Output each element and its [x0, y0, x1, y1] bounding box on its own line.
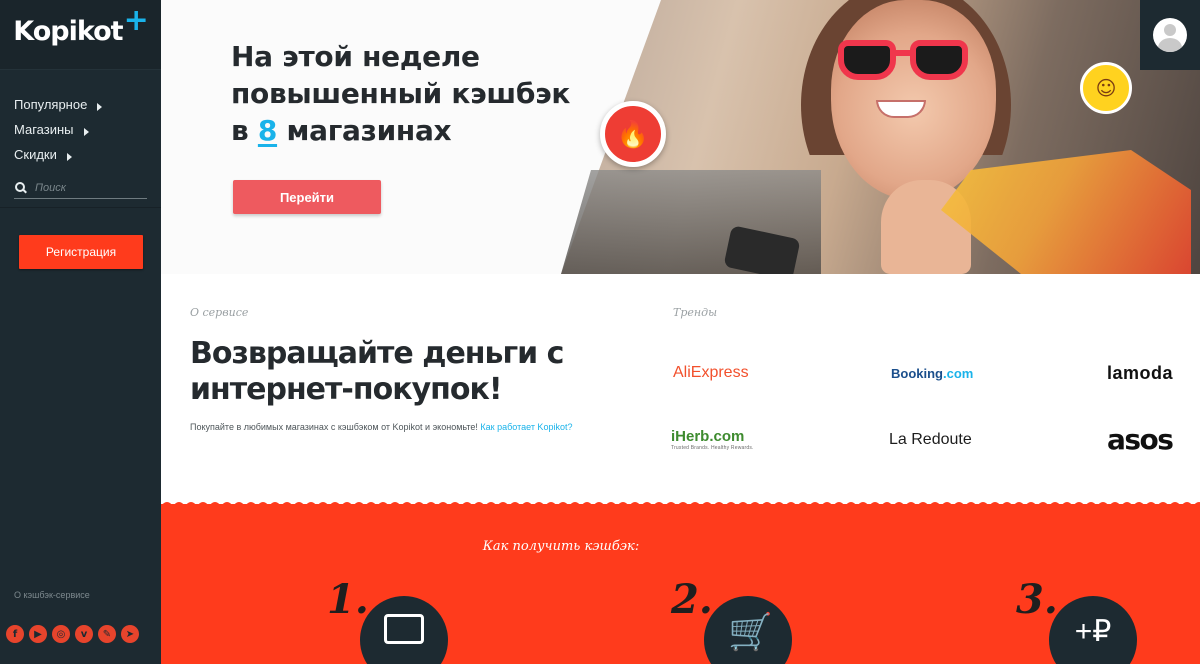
social-links: f ▶ ◎ v ✎ ➤: [6, 625, 139, 643]
monitor-icon: [384, 614, 424, 644]
hero-line-3-post: магазинах: [286, 114, 452, 147]
about-description: Покупайте в любимых магазинах с кэшбэком…: [190, 422, 478, 432]
hero-banner[interactable]: 🔥 ☺ На этой неделе повышенный кэшбэк в 8…: [161, 0, 1200, 274]
chevron-right-icon: [66, 153, 72, 161]
avatar[interactable]: [1153, 18, 1187, 52]
brand-laredoute[interactable]: La Redoute: [889, 425, 972, 455]
how-it-works-link[interactable]: Как работает Kopikot?: [480, 422, 572, 432]
sidebar-item-label: Скидки: [14, 147, 57, 162]
fire-icon: 🔥: [600, 101, 666, 167]
chevron-right-icon: [97, 103, 103, 111]
facebook-icon[interactable]: f: [6, 625, 24, 643]
sidebar-item-label: Магазины: [14, 122, 74, 137]
brand-booking-name: Booking: [891, 365, 943, 381]
about-title: Возвращайте деньги с интернет-покупок!: [190, 336, 564, 407]
brand-iherb-name: iHerb.com: [671, 427, 745, 445]
user-menu[interactable]: [1140, 0, 1200, 70]
brand-booking-suffix: .com: [943, 365, 974, 381]
hero-title: На этой неделе повышенный кэшбэк в 8 маг…: [231, 38, 570, 149]
sidebar-item-label: Популярное: [14, 97, 88, 112]
how-section: Как получить кэшбэк: 1. 2. 🛒 3. +₽: [161, 502, 1200, 664]
brand-booking[interactable]: Booking .com: [891, 358, 973, 388]
logo-plus-icon: +: [123, 3, 149, 38]
register-button[interactable]: Регистрация: [19, 235, 143, 269]
hero-line-3-pre: в: [231, 114, 249, 147]
hero-line-1: На этой неделе: [231, 40, 480, 73]
wave-divider: [161, 502, 1200, 506]
step-3-circle: +₽: [1049, 596, 1137, 664]
step-1-circle: [360, 596, 448, 664]
emoji-icon: ☺: [1080, 62, 1132, 114]
youtube-icon[interactable]: ▶: [29, 625, 47, 643]
sidebar-item-stores[interactable]: Магазины: [14, 117, 161, 142]
hero-store-count: 8: [257, 114, 278, 147]
brand-iherb-tagline: Trusted Brands. Healthy Rewards.: [671, 444, 754, 451]
step-2-circle: 🛒: [704, 596, 792, 664]
trends-label: Тренды: [673, 306, 718, 319]
logo-text: Kopikot: [13, 16, 123, 47]
brand-iherb[interactable]: iHerb.com Trusted Brands. Healthy Reward…: [671, 424, 754, 454]
brand-aliexpress[interactable]: AliExpress: [673, 358, 749, 388]
about-service-link[interactable]: О кэшбэк-сервисе: [14, 590, 90, 600]
search-box: [14, 177, 147, 199]
about-label: О сервисе: [190, 306, 249, 319]
about-section: О сервисе Возвращайте деньги с интернет-…: [161, 274, 1200, 504]
cart-icon: 🛒: [728, 611, 773, 652]
telegram-icon[interactable]: ➤: [121, 625, 139, 643]
sunglasses-image: [838, 40, 968, 82]
sidebar-item-popular[interactable]: Популярное: [14, 92, 161, 117]
about-text: Покупайте в любимых магазинах с кэшбэком…: [190, 422, 572, 432]
step-number-1: 1.: [327, 576, 369, 623]
how-title: Как получить кэшбэк:: [482, 539, 640, 554]
logo-area[interactable]: Kopikot+: [0, 0, 161, 70]
sidebar-divider: [0, 207, 161, 208]
step-number-2: 2.: [671, 576, 713, 623]
step-number-3: 3.: [1016, 576, 1058, 623]
brand-asos[interactable]: asos: [1107, 423, 1174, 456]
brand-lamoda[interactable]: lamoda: [1107, 358, 1173, 388]
logo[interactable]: Kopikot+: [13, 3, 148, 48]
sidebar-item-discounts[interactable]: Скидки: [14, 142, 161, 167]
chevron-right-icon: [83, 128, 89, 136]
page: Kopikot+ Популярное Магазины Скидки Реги…: [0, 0, 1200, 664]
search-input[interactable]: [35, 181, 135, 194]
go-button[interactable]: Перейти: [233, 180, 381, 214]
vk-icon[interactable]: v: [75, 625, 93, 643]
search-icon[interactable]: [14, 181, 28, 195]
pen-icon[interactable]: ✎: [98, 625, 116, 643]
sidebar-nav: Популярное Магазины Скидки: [0, 70, 161, 167]
sidebar: Kopikot+ Популярное Магазины Скидки Реги…: [0, 0, 161, 664]
instagram-icon[interactable]: ◎: [52, 625, 70, 643]
hero-line-2: повышенный кэшбэк: [231, 77, 571, 110]
plus-ruble-icon: +₽: [1074, 615, 1112, 648]
